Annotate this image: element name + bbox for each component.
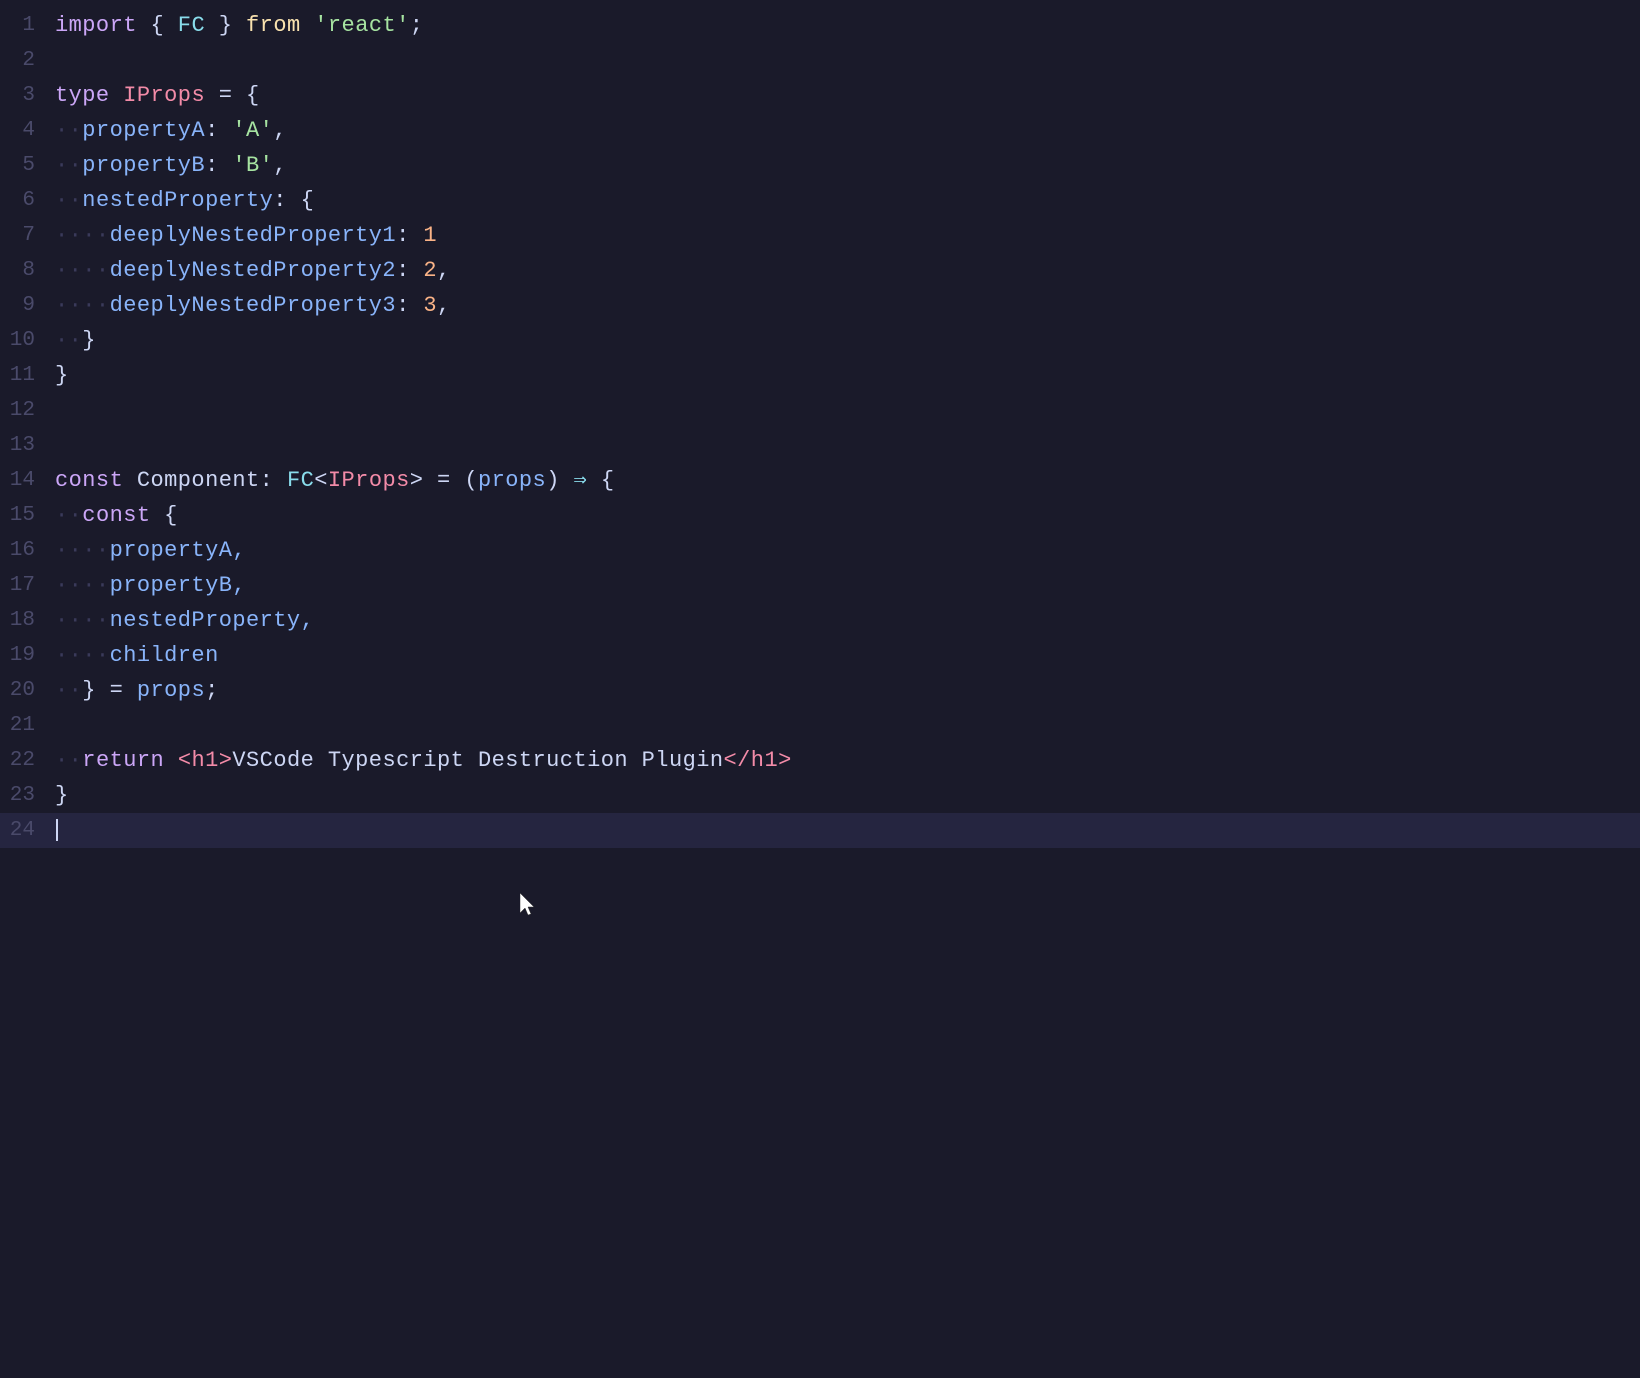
line-content[interactable]: ··} = props; [55,673,1640,708]
line-content[interactable]: ··propertyA: 'A', [55,113,1640,148]
line-number: 2 [0,43,55,78]
code-line: 2 [0,43,1640,78]
code-line: 19····children [0,638,1640,673]
line-content[interactable]: ····propertyA, [55,533,1640,568]
line-number: 11 [0,358,55,393]
line-number: 3 [0,78,55,113]
line-content[interactable]: ··} [55,323,1640,358]
line-content[interactable]: } [55,778,1640,813]
code-line: 18····nestedProperty, [0,603,1640,638]
code-line: 6··nestedProperty: { [0,183,1640,218]
code-line: 12 [0,393,1640,428]
code-line: 4··propertyA: 'A', [0,113,1640,148]
line-number: 23 [0,778,55,813]
code-editor: 1import { FC } from 'react';23type IProp… [0,0,1640,1378]
line-content[interactable]: ··nestedProperty: { [55,183,1640,218]
code-line: 3type IProps = { [0,78,1640,113]
code-line: 8····deeplyNestedProperty2: 2, [0,253,1640,288]
code-line: 15··const { [0,498,1640,533]
line-number: 8 [0,253,55,288]
code-line: 21 [0,708,1640,743]
line-number: 4 [0,113,55,148]
line-content[interactable]: ····deeplyNestedProperty3: 3, [55,288,1640,323]
line-number: 14 [0,463,55,498]
text-cursor [56,819,58,841]
line-number: 13 [0,428,55,463]
line-number: 9 [0,288,55,323]
code-line: 5··propertyB: 'B', [0,148,1640,183]
code-line: 24 [0,813,1640,848]
line-content[interactable]: ····deeplyNestedProperty1: 1 [55,218,1640,253]
line-content[interactable]: ··propertyB: 'B', [55,148,1640,183]
line-number: 10 [0,323,55,358]
code-line: 14const Component: FC<IProps> = (props) … [0,463,1640,498]
line-number: 22 [0,743,55,778]
line-number: 15 [0,498,55,533]
line-content[interactable]: ····children [55,638,1640,673]
code-line: 13 [0,428,1640,463]
line-number: 5 [0,148,55,183]
line-content[interactable]: ····deeplyNestedProperty2: 2, [55,253,1640,288]
code-line: 9····deeplyNestedProperty3: 3, [0,288,1640,323]
line-number: 7 [0,218,55,253]
line-number: 1 [0,8,55,43]
line-content[interactable]: ··return <h1>VSCode Typescript Destructi… [55,743,1640,778]
line-number: 6 [0,183,55,218]
code-line: 17····propertyB, [0,568,1640,603]
line-number: 24 [0,813,55,848]
line-content[interactable]: ··const { [55,498,1640,533]
line-content[interactable]: const Component: FC<IProps> = (props) ⇒ … [55,463,1640,498]
line-content[interactable]: import { FC } from 'react'; [55,8,1640,43]
code-line: 20··} = props; [0,673,1640,708]
code-line: 10··} [0,323,1640,358]
code-line: 23} [0,778,1640,813]
line-content[interactable]: } [55,358,1640,393]
line-number: 12 [0,393,55,428]
line-number: 17 [0,568,55,603]
line-content[interactable]: ····nestedProperty, [55,603,1640,638]
code-line: 1import { FC } from 'react'; [0,8,1640,43]
line-number: 18 [0,603,55,638]
code-line: 16····propertyA, [0,533,1640,568]
line-number: 20 [0,673,55,708]
line-number: 21 [0,708,55,743]
line-number: 19 [0,638,55,673]
line-content[interactable]: type IProps = { [55,78,1640,113]
line-content[interactable] [55,813,1640,848]
code-line: 11} [0,358,1640,393]
line-number: 16 [0,533,55,568]
bottom-area [0,856,1640,1378]
line-content[interactable]: ····propertyB, [55,568,1640,603]
code-line: 22··return <h1>VSCode Typescript Destruc… [0,743,1640,778]
code-area: 1import { FC } from 'react';23type IProp… [0,0,1640,856]
code-line: 7····deeplyNestedProperty1: 1 [0,218,1640,253]
